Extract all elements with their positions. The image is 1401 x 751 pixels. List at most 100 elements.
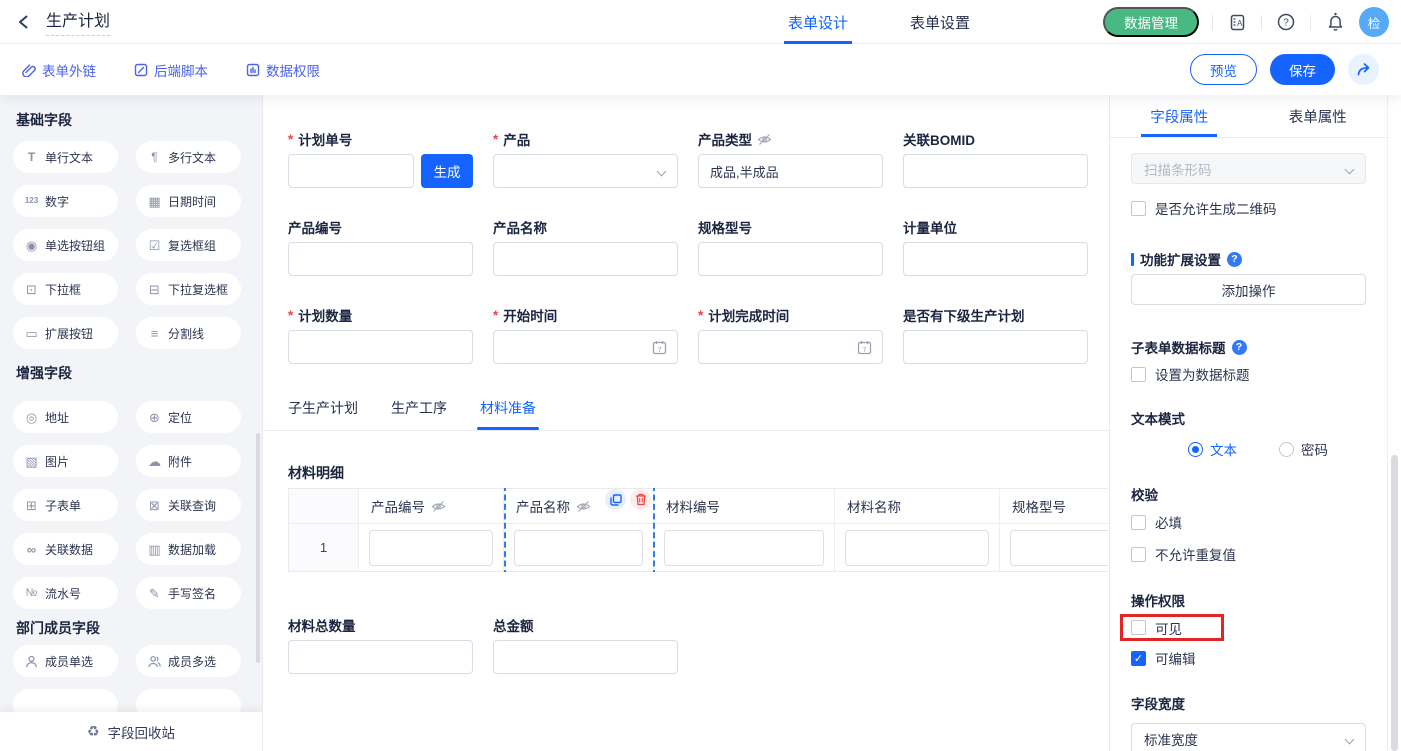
field-finish-time[interactable]: *计划完成时间 7 bbox=[698, 306, 883, 364]
help-icon[interactable]: ? bbox=[1232, 340, 1247, 355]
preview-button[interactable]: 预览 bbox=[1190, 54, 1257, 85]
share-button[interactable] bbox=[1348, 54, 1379, 85]
cell-product-code-input[interactable] bbox=[369, 530, 493, 566]
add-action-button[interactable]: 添加操作 bbox=[1131, 274, 1366, 305]
field-start-time[interactable]: *开始时间 7 bbox=[493, 306, 678, 364]
field-has-sub-plan[interactable]: 是否有下级生产计划 bbox=[903, 306, 1088, 364]
column-header-product-code[interactable]: 产品编号 bbox=[359, 489, 504, 523]
field-type-checkbox-group[interactable]: 复选框组 bbox=[136, 229, 241, 261]
tab-production-process[interactable]: 生产工序 bbox=[391, 398, 447, 430]
field-type-linked-data[interactable]: 关联数据 bbox=[13, 533, 118, 565]
editable-checkbox[interactable]: ✓ 可编辑 bbox=[1131, 648, 1366, 668]
field-type-action-button[interactable]: 扩展按钮 bbox=[13, 317, 118, 349]
no-duplicate-checkbox[interactable]: 不允许重复值 bbox=[1131, 544, 1366, 564]
field-unit[interactable]: 计量单位 bbox=[903, 218, 1088, 276]
form-external-link[interactable]: 表单外链 bbox=[22, 60, 96, 80]
field-width-select[interactable]: 标准宽度 bbox=[1131, 723, 1366, 751]
text-mode-radio-text[interactable]: 文本 bbox=[1188, 439, 1237, 459]
column-header-material-name[interactable]: 材料名称 bbox=[835, 489, 1000, 523]
page-scrollbar[interactable] bbox=[1387, 95, 1401, 751]
field-product[interactable]: *产品 bbox=[493, 130, 678, 188]
field-type-serial-number[interactable]: 流水号 bbox=[13, 577, 118, 609]
plan-no-input[interactable] bbox=[288, 154, 414, 188]
field-spec-model[interactable]: 规格型号 bbox=[698, 218, 883, 276]
product-code-input[interactable] bbox=[288, 242, 473, 276]
field-type-datetime[interactable]: 日期时间 bbox=[136, 185, 241, 217]
field-type-image[interactable]: 图片 bbox=[13, 445, 118, 477]
column-header-material-code[interactable]: 材料编号 bbox=[654, 489, 835, 523]
barcode-select[interactable]: 扫描条形码 bbox=[1131, 153, 1366, 184]
radio-selected[interactable] bbox=[1188, 442, 1203, 457]
unit-input[interactable] bbox=[903, 242, 1088, 276]
scrollbar-thumb[interactable] bbox=[1391, 455, 1398, 751]
data-manage-button[interactable]: 数据管理 bbox=[1103, 7, 1199, 37]
visible-checkbox-highlighted[interactable]: 可见 bbox=[1120, 614, 1224, 641]
text-mode-radio-password[interactable]: 密码 bbox=[1279, 439, 1328, 459]
sidebar-scrollbar[interactable] bbox=[256, 433, 260, 663]
tab-form-design[interactable]: 表单设计 bbox=[788, 0, 848, 44]
field-type-linked-query[interactable]: 关联查询 bbox=[136, 489, 241, 521]
page-title[interactable]: 生产计划 bbox=[46, 7, 110, 36]
delete-column-button[interactable] bbox=[630, 489, 651, 510]
field-total-amount[interactable]: 总金额 bbox=[493, 616, 678, 674]
field-type-data-load[interactable]: 数据加载 bbox=[136, 533, 241, 565]
field-type-radio-group[interactable]: 单选按钮组 bbox=[13, 229, 118, 261]
column-header-spec-model[interactable]: 规格型号 bbox=[1000, 489, 1108, 523]
cell-material-code-input[interactable] bbox=[664, 530, 824, 566]
field-type-dropdown[interactable]: 下拉框 bbox=[13, 273, 118, 305]
spec-model-input[interactable] bbox=[698, 242, 883, 276]
tab-form-settings[interactable]: 表单设置 bbox=[910, 0, 970, 44]
product-name-input[interactable] bbox=[493, 242, 678, 276]
field-type-number[interactable]: 数字 bbox=[13, 185, 118, 217]
tab-material-preparation[interactable]: 材料准备 bbox=[480, 398, 536, 430]
bom-id-input[interactable] bbox=[903, 154, 1088, 188]
plan-qty-input[interactable] bbox=[288, 330, 473, 364]
field-product-name[interactable]: 产品名称 bbox=[493, 218, 678, 276]
set-data-title-checkbox[interactable]: 设置为数据标题 bbox=[1131, 364, 1366, 384]
back-icon[interactable] bbox=[14, 12, 34, 32]
data-permission-link[interactable]: 数据权限 bbox=[246, 60, 320, 80]
checkbox-checked[interactable]: ✓ bbox=[1131, 651, 1146, 666]
field-type-subform[interactable]: 子表单 bbox=[13, 489, 118, 521]
field-plan-no[interactable]: *计划单号 生成 bbox=[288, 130, 473, 188]
help-icon[interactable]: ? bbox=[1275, 11, 1297, 33]
field-type-single-line-text[interactable]: 单行文本 bbox=[13, 141, 118, 173]
finish-time-input[interactable]: 7 bbox=[698, 330, 883, 364]
field-type-attachment[interactable]: 附件 bbox=[136, 445, 241, 477]
copy-column-button[interactable] bbox=[605, 489, 626, 510]
field-type-signature[interactable]: 手写签名 bbox=[136, 577, 241, 609]
field-product-code[interactable]: 产品编号 bbox=[288, 218, 473, 276]
cell-spec-model-input[interactable] bbox=[1010, 530, 1108, 566]
help-icon[interactable]: ? bbox=[1227, 252, 1242, 267]
backend-script-link[interactable]: 后端脚本 bbox=[134, 60, 208, 80]
start-time-input[interactable]: 7 bbox=[493, 330, 678, 364]
checkbox[interactable] bbox=[1131, 620, 1146, 635]
notification-bell-icon[interactable] bbox=[1324, 11, 1346, 33]
allow-qrcode-checkbox[interactable]: 是否允许生成二维码 bbox=[1131, 198, 1366, 218]
field-type-divider[interactable]: 分割线 bbox=[136, 317, 241, 349]
tab-sub-production-plan[interactable]: 子生产计划 bbox=[288, 398, 358, 430]
generate-button[interactable]: 生成 bbox=[421, 154, 473, 188]
product-type-input[interactable]: 成品,半成品 bbox=[698, 154, 883, 188]
field-plan-qty[interactable]: *计划数量 bbox=[288, 306, 473, 364]
field-type-multi-dropdown[interactable]: 下拉复选框 bbox=[136, 273, 241, 305]
field-type-member-multi[interactable]: 成员多选 bbox=[136, 645, 241, 677]
contacts-book-icon[interactable]: A bbox=[1226, 11, 1248, 33]
tab-form-properties[interactable]: 表单属性 bbox=[1249, 95, 1388, 137]
field-type-multi-line-text[interactable]: 多行文本 bbox=[136, 141, 241, 173]
save-button[interactable]: 保存 bbox=[1270, 54, 1335, 85]
tab-field-properties[interactable]: 字段属性 bbox=[1110, 95, 1249, 137]
has-sub-plan-input[interactable] bbox=[903, 330, 1088, 364]
checkbox[interactable] bbox=[1131, 515, 1146, 530]
checkbox[interactable] bbox=[1131, 367, 1146, 382]
checkbox[interactable] bbox=[1131, 201, 1146, 216]
total-amount-input[interactable] bbox=[493, 640, 678, 674]
required-checkbox[interactable]: 必填 bbox=[1131, 512, 1366, 532]
field-bom-id[interactable]: 关联BOMID bbox=[903, 130, 1088, 188]
field-product-type[interactable]: 产品类型 成品,半成品 bbox=[698, 130, 883, 188]
field-total-qty[interactable]: 材料总数量 bbox=[288, 616, 473, 674]
field-type-member-single[interactable]: 成员单选 bbox=[13, 645, 118, 677]
field-type-address[interactable]: 地址 bbox=[13, 401, 118, 433]
user-avatar[interactable]: 检 bbox=[1359, 7, 1389, 37]
cell-material-name-input[interactable] bbox=[845, 530, 989, 566]
